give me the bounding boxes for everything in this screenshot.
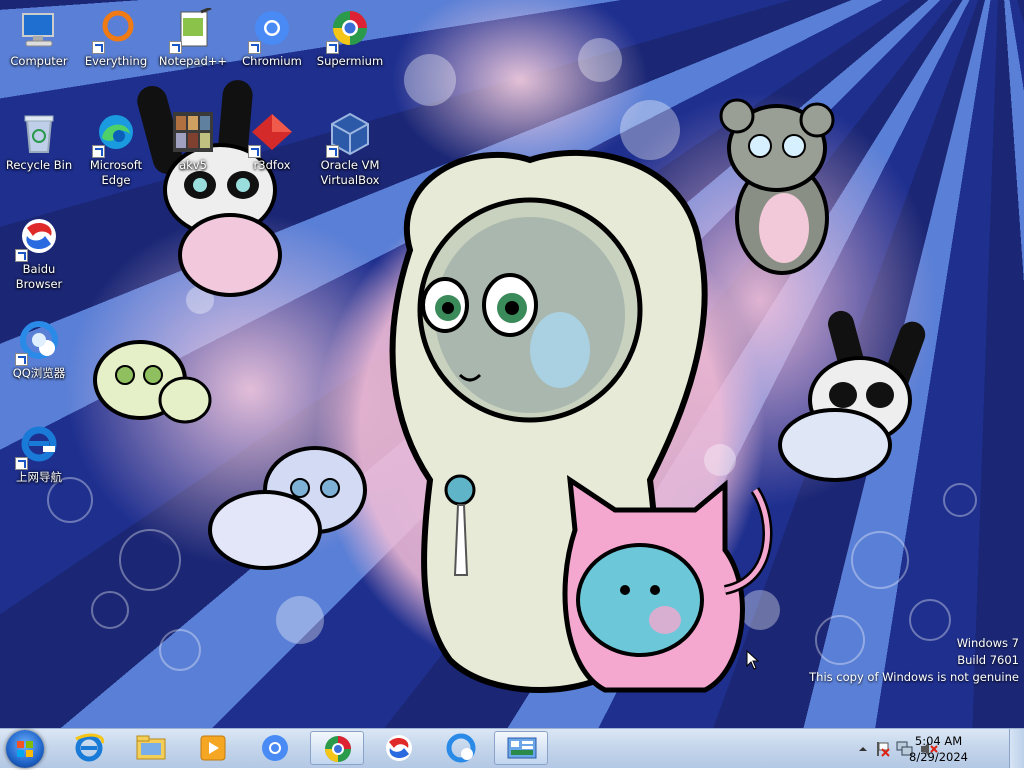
- ie-navigation-icon: [15, 424, 61, 470]
- shortcut-arrow-icon: [92, 41, 105, 54]
- computer-icon: [17, 8, 61, 52]
- desktop-icon-label: Baidu Browser: [15, 262, 63, 291]
- taskbar-internet-explorer[interactable]: [62, 731, 116, 765]
- desktop-icon-r3dfox[interactable]: r3dfox: [234, 112, 310, 173]
- desktop-icon-ie-navigation[interactable]: 上网导航: [1, 424, 77, 485]
- edge-icon: [92, 112, 138, 158]
- system-tray: 5:04 AM 8/29/2024: [834, 729, 1024, 769]
- show-desktop-button[interactable]: [1009, 729, 1024, 768]
- shortcut-arrow-icon: [169, 41, 182, 54]
- explorer-folder-icon: [136, 735, 166, 760]
- desktop[interactable]: Computer Everything Notepad++ Chromium S…: [0, 0, 1024, 728]
- desktop-icon-label: Supermium: [316, 54, 384, 68]
- notepadpp-icon: [169, 6, 215, 54]
- desktop-icon-supermium[interactable]: Supermium: [312, 8, 388, 69]
- taskbar-media-player[interactable]: [186, 731, 240, 765]
- watermark-build: Build 7601: [957, 653, 1019, 667]
- shortcut-arrow-icon: [326, 145, 339, 158]
- watermark-os-name: Windows 7: [956, 636, 1019, 650]
- desktop-icon-chromium[interactable]: Chromium: [234, 8, 310, 69]
- desktop-icon-computer[interactable]: Computer: [1, 8, 77, 69]
- desktop-icon-baidu-browser[interactable]: Baidu Browser: [1, 216, 77, 292]
- desktop-icon-label: Oracle VM VirtualBox: [320, 158, 380, 187]
- desktop-icon-label: Notepad++: [158, 54, 228, 68]
- desktop-icon-label: Everything: [84, 54, 148, 68]
- taskbar-control-panel[interactable]: [494, 731, 548, 765]
- taskbar-explorer[interactable]: [124, 731, 178, 765]
- clock-time: 5:04 AM: [914, 734, 963, 748]
- taskbar-clock[interactable]: 5:04 AM 8/29/2024: [909, 733, 968, 765]
- shortcut-arrow-icon: [15, 457, 28, 470]
- shortcut-arrow-icon: [248, 41, 261, 54]
- desktop-icon-label: Computer: [10, 54, 68, 68]
- action-center-flag-icon[interactable]: [874, 741, 890, 757]
- shortcut-arrow-icon: [92, 145, 105, 158]
- taskbar: 5:04 AM 8/29/2024: [0, 728, 1024, 768]
- taskbar-baidu-browser[interactable]: [372, 731, 426, 765]
- taskbar-supermium[interactable]: [310, 731, 364, 765]
- r3dfox-icon: [248, 112, 294, 158]
- desktop-icon-everything[interactable]: Everything: [78, 8, 154, 69]
- akv5-icon: [171, 112, 215, 156]
- internet-explorer-icon: [75, 733, 105, 762]
- baidu-browser-icon: [15, 216, 61, 262]
- taskbar-chromium[interactable]: [248, 731, 302, 765]
- control-panel-icon: [507, 737, 537, 759]
- everything-icon: [92, 8, 138, 54]
- desktop-icon-qq-browser[interactable]: QQ浏览器: [1, 320, 77, 381]
- supermium-icon: [326, 8, 372, 54]
- desktop-icon-label: Microsoft Edge: [89, 158, 143, 187]
- start-button[interactable]: [6, 730, 44, 768]
- chromium-icon: [248, 8, 294, 54]
- desktop-icon-label: r3dfox: [253, 158, 291, 172]
- pink-cat-character: [562, 474, 773, 693]
- shortcut-arrow-icon: [248, 145, 261, 158]
- desktop-icon-virtualbox[interactable]: Oracle VM VirtualBox: [312, 112, 388, 188]
- panda-bunny-character-right: [778, 310, 926, 482]
- desktop-icon-recycle-bin[interactable]: Recycle Bin: [1, 112, 77, 173]
- desktop-icon-label: 上网导航: [16, 470, 62, 484]
- desktop-icon-notepadpp[interactable]: Notepad++: [155, 6, 231, 69]
- clock-date: 8/29/2024: [909, 750, 968, 764]
- shortcut-arrow-icon: [15, 353, 28, 366]
- desktop-icon-edge[interactable]: Microsoft Edge: [78, 112, 154, 188]
- baidu-browser-icon: [386, 735, 412, 761]
- desktop-icon-akv5[interactable]: akv5: [155, 112, 231, 173]
- mouse-cursor-icon: [746, 650, 760, 670]
- qq-browser-icon: [15, 320, 61, 366]
- desktop-icon-label: Recycle Bin: [5, 158, 73, 172]
- desktop-icon-label: Chromium: [242, 54, 302, 68]
- grey-mouse-character: [719, 98, 835, 275]
- taskbar-qq-browser[interactable]: [434, 731, 488, 765]
- supermium-icon: [325, 736, 351, 762]
- shortcut-arrow-icon: [326, 41, 339, 54]
- recycle-bin-icon: [17, 112, 61, 156]
- green-mouse-character: [93, 340, 212, 424]
- watermark-not-genuine: This copy of Windows is not genuine: [809, 670, 1019, 684]
- chromium-icon: [262, 735, 288, 761]
- desktop-icon-label: QQ浏览器: [12, 366, 66, 380]
- media-player-icon: [200, 735, 226, 761]
- desktop-icon-label: akv5: [179, 158, 207, 172]
- windows-genuine-watermark: Windows 7 Build 7601 This copy of Window…: [809, 635, 1019, 686]
- windows-logo-icon: [17, 741, 33, 757]
- virtualbox-icon: [326, 112, 372, 158]
- blue-mouse-character: [208, 446, 367, 570]
- qq-browser-icon: [446, 733, 476, 763]
- shortcut-arrow-icon: [15, 249, 28, 262]
- show-hidden-icons-arrow[interactable]: [858, 744, 868, 754]
